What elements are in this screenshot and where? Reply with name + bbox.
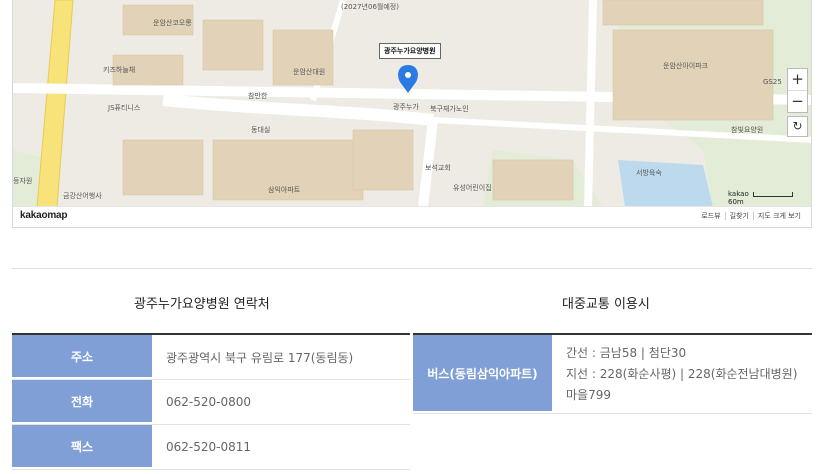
transit-table: 버스(동림삼익아파트) 간선 : 금남58 | 첨단30 지선 : 228(화순… [413, 333, 812, 414]
address-value: 광주광역시 북구 유림로 177(동림동) [166, 350, 354, 365]
table-row: 주소 광주광역시 북구 유림로 177(동림동) [12, 335, 410, 380]
contact-title: 광주누가요양병원 연락처 [134, 297, 270, 312]
map-label: 삼익아파트 [268, 185, 301, 194]
address-label: 주소 [12, 335, 152, 379]
map-label: 보석교회 [425, 163, 451, 172]
map-label: 운암산코오롱 [153, 18, 192, 27]
scale-brand: kakao [728, 190, 749, 198]
zoom-in-button[interactable]: + [788, 69, 807, 90]
map-label: 등자원 [13, 176, 32, 185]
bus-line: 마을799 [566, 387, 611, 402]
transit-title: 대중교통 이용시 [562, 297, 650, 312]
phone-label: 전화 [12, 380, 152, 424]
map-scale: kakao 60m [728, 190, 811, 206]
map-label: GS25 [763, 78, 782, 86]
zoom-out-button[interactable]: − [788, 90, 807, 112]
roadview-link[interactable]: 로드뷰 [697, 212, 724, 220]
large-map-link[interactable]: 지도 크게 보기 [752, 212, 805, 220]
map-footer: kakaomap 로드뷰 길찾기 지도 크게 보기 [13, 206, 811, 227]
directions-link[interactable]: 길찾기 [724, 212, 753, 220]
bus-line: 지선 : 228(화순사평) | 228(화순전남대병원) [566, 366, 798, 381]
contact-table: 주소 광주광역시 북구 유림로 177(동림동) 전화 062-520-0800… [12, 333, 410, 470]
map-label: 운암산아이파크 [663, 61, 709, 70]
table-row: 버스(동림삼익아파트) 간선 : 금남58 | 첨단30 지선 : 228(화순… [413, 335, 812, 414]
map-label: 광주누가 [393, 102, 419, 111]
map-label: 참만한 [248, 91, 268, 100]
map-label: 키즈하늘채 [103, 65, 135, 74]
map-container[interactable]: 운암산코오롱 (2027년06월예정) 키즈하늘채 JS퓨티니스 운암산대원 참… [12, 0, 812, 228]
fax-label: 팩스 [12, 425, 152, 469]
map-label: (2027년06월예정) [341, 2, 399, 11]
refresh-icon[interactable]: ↻ [787, 116, 808, 137]
bus-label: 버스(동림삼익아파트) [413, 335, 552, 413]
map-label: JS퓨티니스 [107, 103, 141, 112]
map-label: 서방육숙 [636, 168, 662, 177]
marker-label: 광주누가요양병원 [379, 43, 441, 59]
table-row: 전화 062-520-0800 [12, 380, 410, 425]
section-divider [12, 268, 812, 269]
map-footer-links: 로드뷰 길찾기 지도 크게 보기 [697, 212, 805, 220]
map-label: 북구재가노인 [430, 104, 469, 113]
scale-value: 60m [728, 198, 744, 206]
map-label: 참빛요양원 [731, 125, 763, 134]
fax-value: 062-520-0811 [166, 440, 252, 454]
kakaomap-logo[interactable]: kakaomap [20, 210, 68, 221]
table-row: 팩스 062-520-0811 [12, 425, 410, 470]
phone-value[interactable]: 062-520-0800 [152, 380, 410, 424]
bus-line: 간선 : 금남58 | 첨단30 [566, 345, 687, 360]
bus-lines: 간선 : 금남58 | 첨단30 지선 : 228(화순사평) | 228(화순… [552, 335, 812, 413]
map-label: 금강산어행사 [63, 191, 102, 200]
map-label: 동대실 [251, 125, 270, 134]
zoom-control: + − [787, 68, 808, 113]
map-label: 유성어린이집 [453, 183, 492, 192]
map-label: 운암산대원 [293, 67, 325, 76]
scale-bar [752, 191, 793, 197]
map-canvas[interactable]: 운암산코오롱 (2027년06월예정) 키즈하늘채 JS퓨티니스 운암산대원 참… [13, 0, 812, 207]
